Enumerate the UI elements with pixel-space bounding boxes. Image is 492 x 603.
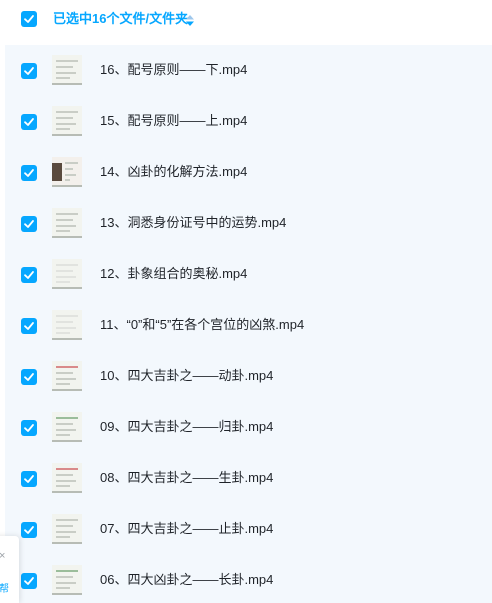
selection-header: 已选中16个文件/文件夹	[0, 0, 492, 40]
checkmark-icon	[24, 475, 34, 483]
file-name[interactable]: 12、卦象组合的奥秘.mp4	[100, 266, 247, 282]
file-checkbox[interactable]	[21, 267, 37, 283]
file-name[interactable]: 14、凶卦的化解方法.mp4	[100, 164, 247, 180]
checkmark-icon	[24, 424, 34, 432]
file-name[interactable]: 11、“0”和“5”在各个宫位的凶煞.mp4	[100, 317, 304, 333]
sort-toggle-icon[interactable]	[186, 13, 194, 31]
video-thumbnail-icon	[52, 208, 82, 238]
file-checkbox[interactable]	[21, 318, 37, 334]
select-all-checkbox[interactable]	[21, 11, 37, 27]
file-checkbox[interactable]	[21, 471, 37, 487]
file-row[interactable]: 14、凶卦的化解方法.mp4	[5, 147, 492, 198]
file-checkbox[interactable]	[21, 165, 37, 181]
selection-count-label: 已选中16个文件/文件夹	[53, 11, 189, 26]
video-thumbnail-icon	[52, 565, 82, 595]
side-help-panel[interactable]: × 帮	[0, 536, 19, 603]
file-list-app: 已选中16个文件/文件夹 16、配号原则——下.mp4 15、配号原则——上.mp…	[0, 0, 492, 603]
video-thumbnail-icon	[52, 310, 82, 340]
checkmark-icon	[24, 322, 34, 330]
file-checkbox[interactable]	[21, 63, 37, 79]
close-icon[interactable]: ×	[0, 550, 5, 562]
video-thumbnail-icon	[52, 55, 82, 85]
video-thumbnail-icon	[52, 361, 82, 391]
video-thumbnail-icon	[52, 157, 82, 187]
checkmark-icon	[24, 373, 34, 381]
checkmark-icon	[24, 220, 34, 228]
file-name[interactable]: 06、四大凶卦之——长卦.mp4	[100, 572, 273, 588]
file-list: 16、配号原则——下.mp4 15、配号原则——上.mp4 14、凶卦的化解方法.m…	[5, 45, 492, 603]
file-checkbox[interactable]	[21, 369, 37, 385]
file-name[interactable]: 07、四大吉卦之——止卦.mp4	[100, 521, 273, 537]
file-row[interactable]: 12、卦象组合的奥秘.mp4	[5, 249, 492, 300]
video-thumbnail-icon	[52, 514, 82, 544]
checkmark-icon	[24, 118, 34, 126]
file-row[interactable]: 15、配号原则——上.mp4	[5, 96, 492, 147]
file-checkbox[interactable]	[21, 114, 37, 130]
file-row[interactable]: 08、四大吉卦之——生卦.mp4	[5, 453, 492, 504]
video-thumbnail-icon	[52, 259, 82, 289]
checkmark-icon	[24, 15, 34, 23]
checkmark-icon	[24, 577, 34, 585]
file-row[interactable]: 07、四大吉卦之——止卦.mp4	[5, 504, 492, 555]
checkmark-icon	[24, 67, 34, 75]
file-name[interactable]: 13、洞悉身份证号中的运势.mp4	[100, 215, 286, 231]
video-thumbnail-icon	[52, 106, 82, 136]
video-thumbnail-icon	[52, 463, 82, 493]
file-row[interactable]: 11、“0”和“5”在各个宫位的凶煞.mp4	[5, 300, 492, 351]
checkmark-icon	[24, 169, 34, 177]
checkmark-icon	[24, 271, 34, 279]
file-name[interactable]: 08、四大吉卦之——生卦.mp4	[100, 470, 273, 486]
file-row[interactable]: 10、四大吉卦之——动卦.mp4	[5, 351, 492, 402]
video-thumbnail-icon	[52, 412, 82, 442]
checkmark-icon	[24, 526, 34, 534]
file-name[interactable]: 09、四大吉卦之——归卦.mp4	[100, 419, 273, 435]
file-row[interactable]: 13、洞悉身份证号中的运势.mp4	[5, 198, 492, 249]
file-row[interactable]: 06、四大凶卦之——长卦.mp4	[5, 555, 492, 603]
file-checkbox[interactable]	[21, 573, 37, 589]
file-checkbox[interactable]	[21, 216, 37, 232]
file-checkbox[interactable]	[21, 522, 37, 538]
file-row[interactable]: 09、四大吉卦之——归卦.mp4	[5, 402, 492, 453]
file-name[interactable]: 16、配号原则——下.mp4	[100, 62, 247, 78]
file-name[interactable]: 15、配号原则——上.mp4	[100, 113, 247, 129]
file-checkbox[interactable]	[21, 420, 37, 436]
file-row[interactable]: 16、配号原则——下.mp4	[5, 45, 492, 96]
side-panel-label[interactable]: 帮	[0, 584, 9, 596]
file-name[interactable]: 10、四大吉卦之——动卦.mp4	[100, 368, 273, 384]
